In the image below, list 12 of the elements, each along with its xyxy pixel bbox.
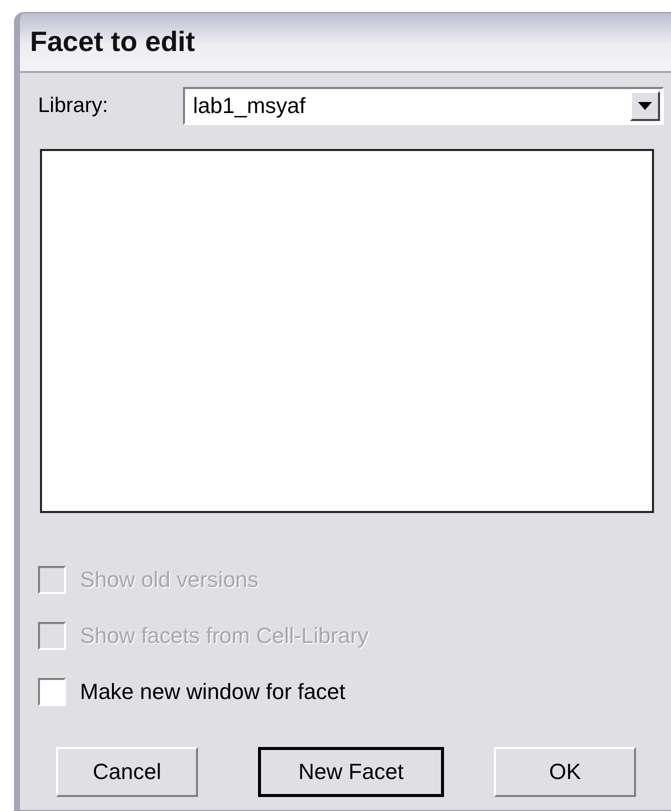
dialog-button[interactable]: Cancel bbox=[56, 747, 198, 797]
checkbox-label: Make new window for facet bbox=[80, 679, 346, 705]
dropdown-button[interactable] bbox=[630, 91, 660, 121]
dialog-button[interactable]: New Facet bbox=[258, 747, 444, 797]
checkbox[interactable] bbox=[38, 678, 66, 706]
library-dropdown[interactable]: lab1_msyaf bbox=[183, 87, 664, 125]
dialog-button[interactable]: OK bbox=[494, 747, 636, 797]
window-title: Facet to edit bbox=[30, 26, 195, 58]
caret-icon bbox=[638, 102, 652, 110]
checkbox-label: Show facets from Cell-Library bbox=[80, 623, 369, 649]
library-label: Library: bbox=[38, 94, 110, 118]
checkbox-label: Show old versions bbox=[80, 567, 259, 593]
